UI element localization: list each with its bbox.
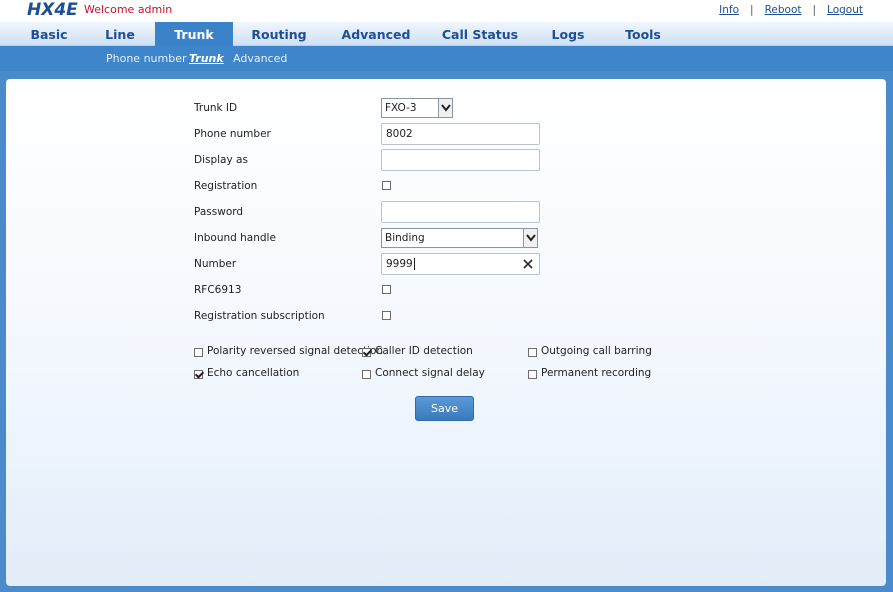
display-as-row: Display as — [6, 149, 886, 171]
registration-subscription-label: Registration subscription — [194, 310, 325, 322]
subtab-advanced[interactable]: Advanced — [233, 52, 287, 65]
echo-cancellation-checkbox[interactable] — [194, 370, 203, 379]
phone-number-input[interactable]: 8002 — [381, 123, 540, 145]
registration-checkbox[interactable] — [382, 181, 391, 190]
password-row: Password — [6, 201, 886, 223]
logout-link[interactable]: Logout — [827, 4, 863, 16]
link-separator: | — [812, 4, 817, 16]
caller-id-label: Caller ID detection — [375, 345, 473, 357]
tab-tools[interactable]: Tools — [614, 22, 672, 46]
number-row: Number 9999 — [6, 253, 886, 275]
tab-trunk[interactable]: Trunk — [155, 22, 233, 46]
top-header: HX4E Welcome admin Info | Reboot | Logou… — [0, 0, 893, 22]
trunk-id-label: Trunk ID — [194, 102, 238, 114]
info-link[interactable]: Info — [719, 4, 739, 16]
brand-logo: HX4E — [27, 0, 78, 20]
registration-row: Registration — [6, 175, 886, 197]
sub-nav: Phone number Trunk Advanced — [0, 46, 893, 71]
polarity-reversed-checkbox[interactable] — [194, 348, 203, 357]
chevron-down-icon — [438, 99, 452, 117]
welcome-text: Welcome admin — [84, 3, 173, 16]
inbound-handle-label: Inbound handle — [194, 232, 276, 244]
trunk-form-panel: Trunk ID FXO-3 Phone number 8002 Display… — [6, 79, 886, 586]
inbound-handle-select[interactable]: Binding — [381, 228, 538, 248]
tab-basic[interactable]: Basic — [18, 22, 80, 46]
connect-signal-delay-label: Connect signal delay — [375, 367, 485, 379]
password-input[interactable] — [381, 201, 540, 223]
rfc6913-checkbox[interactable] — [382, 285, 391, 294]
trunk-id-select[interactable]: FXO-3 — [381, 98, 453, 118]
registration-subscription-row: Registration subscription — [6, 305, 886, 327]
number-label: Number — [194, 258, 237, 270]
tab-call-status[interactable]: Call Status — [437, 22, 523, 46]
reboot-link[interactable]: Reboot — [765, 4, 802, 16]
save-button[interactable]: Save — [415, 396, 474, 421]
close-icon[interactable] — [522, 258, 534, 270]
text-caret — [413, 258, 415, 270]
inbound-handle-value: Binding — [385, 232, 425, 244]
caller-id-checkbox[interactable] — [362, 348, 371, 357]
inbound-handle-row: Inbound handle Binding — [6, 227, 886, 249]
chevron-down-icon — [523, 229, 537, 247]
subtab-trunk[interactable]: Trunk — [189, 52, 224, 65]
trunk-id-row: Trunk ID FXO-3 — [6, 97, 886, 119]
outgoing-barring-checkbox[interactable] — [528, 348, 537, 357]
content-area: Trunk ID FXO-3 Phone number 8002 Display… — [0, 71, 893, 592]
tab-advanced[interactable]: Advanced — [336, 22, 416, 46]
subtab-phone-number[interactable]: Phone number — [106, 52, 187, 65]
registration-label: Registration — [194, 180, 258, 192]
display-as-input[interactable] — [381, 149, 540, 171]
password-label: Password — [194, 206, 244, 218]
tab-routing[interactable]: Routing — [243, 22, 315, 46]
number-input[interactable]: 9999 — [381, 253, 540, 275]
phone-number-label: Phone number — [194, 128, 271, 140]
tab-logs[interactable]: Logs — [544, 22, 592, 46]
echo-cancellation-label: Echo cancellation — [207, 367, 300, 379]
tab-line[interactable]: Line — [90, 22, 150, 46]
trunk-id-value: FXO-3 — [385, 102, 417, 114]
outgoing-barring-label: Outgoing call barring — [541, 345, 652, 357]
display-as-label: Display as — [194, 154, 248, 166]
phone-number-row: Phone number 8002 — [6, 123, 886, 145]
registration-subscription-checkbox[interactable] — [382, 311, 391, 320]
rfc6913-label: RFC6913 — [194, 284, 242, 296]
connect-signal-delay-checkbox[interactable] — [362, 370, 371, 379]
permanent-recording-checkbox[interactable] — [528, 370, 537, 379]
top-links: Info | Reboot | Logout — [719, 4, 863, 16]
permanent-recording-label: Permanent recording — [541, 367, 652, 379]
main-nav: Basic Line Trunk Routing Advanced Call S… — [0, 22, 893, 46]
link-separator: | — [750, 4, 754, 16]
number-value: 9999 — [386, 258, 413, 270]
rfc6913-row: RFC6913 — [6, 279, 886, 301]
polarity-reversed-label: Polarity reversed signal detection — [207, 345, 384, 357]
